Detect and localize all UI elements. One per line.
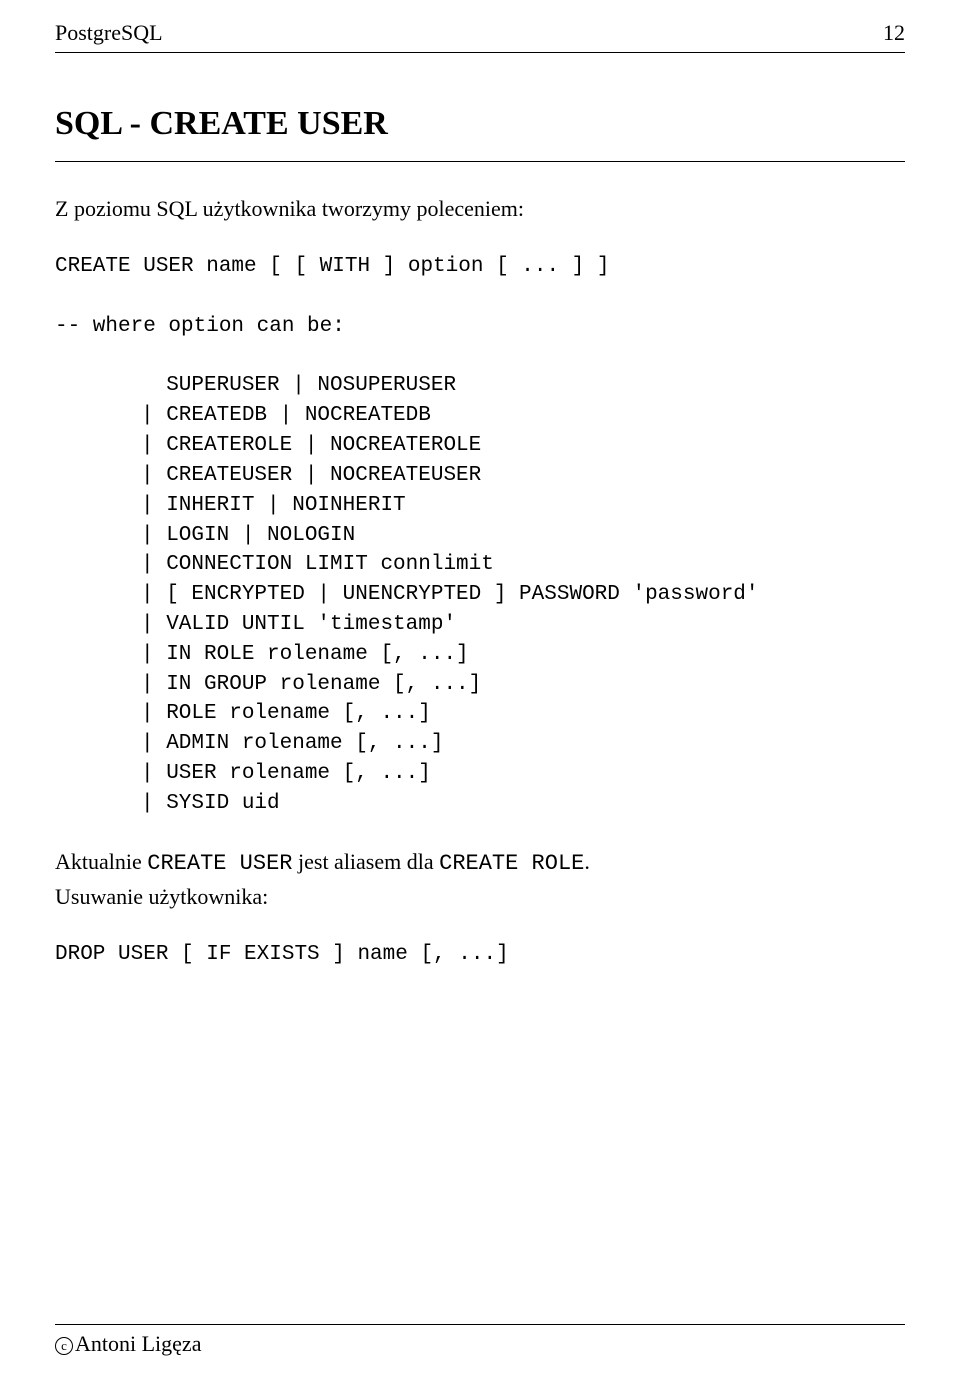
code-line: DROP USER [ IF EXISTS ] name [, ...]	[55, 943, 509, 966]
footer-divider	[55, 1324, 905, 1325]
page-footer: cAntoni Ligęza	[55, 1324, 905, 1357]
code-line: | [ ENCRYPTED | UNENCRYPTED ] PASSWORD '…	[141, 583, 759, 606]
note-mono: CREATE ROLE	[439, 851, 584, 876]
note-text: jest aliasem dla	[293, 849, 440, 874]
intro-text: Z poziomu SQL użytkownika tworzymy polec…	[55, 196, 905, 222]
code-line: | CREATEROLE | NOCREATEROLE	[141, 434, 481, 457]
page-header: PostgreSQL 12	[55, 20, 905, 46]
code-line: | VALID UNTIL 'timestamp'	[141, 613, 456, 636]
header-divider	[55, 52, 905, 53]
copyright-icon: c	[55, 1337, 73, 1355]
code-line: | ADMIN rolename [, ...]	[141, 732, 443, 755]
code-line: | ROLE rolename [, ...]	[141, 702, 431, 725]
author-name: Antoni Ligęza	[75, 1331, 201, 1356]
removal-text: Usuwanie użytkownika:	[55, 884, 905, 910]
code-line: SUPERUSER | NOSUPERUSER	[141, 374, 456, 397]
code-line: | CONNECTION LIMIT connlimit	[141, 553, 494, 576]
code-line: | CREATEDB | NOCREATEDB	[141, 404, 431, 427]
code-block-options: SUPERUSER | NOSUPERUSER | CREATEDB | NOC…	[55, 371, 905, 818]
code-line: CREATE USER name [ [ WITH ] option [ ...…	[55, 255, 610, 278]
code-line: | IN ROLE rolename [, ...]	[141, 643, 469, 666]
note-alias: Aktualnie CREATE USER jest aliasem dla C…	[55, 849, 905, 876]
page-number: 12	[883, 20, 905, 46]
page-title: SQL - CREATE USER	[55, 105, 905, 143]
note-mono: CREATE USER	[147, 851, 292, 876]
code-line: | INHERIT | NOINHERIT	[141, 494, 406, 517]
code-line: | USER rolename [, ...]	[141, 762, 431, 785]
header-topic: PostgreSQL	[55, 20, 163, 46]
footer-author: cAntoni Ligęza	[55, 1331, 905, 1357]
code-line: | SYSID uid	[141, 792, 280, 815]
code-line: | IN GROUP rolename [, ...]	[141, 673, 481, 696]
title-divider	[55, 161, 905, 162]
note-text: Aktualnie	[55, 849, 147, 874]
code-line: | CREATEUSER | NOCREATEUSER	[141, 464, 481, 487]
code-block-create-user: CREATE USER name [ [ WITH ] option [ ...…	[55, 252, 905, 341]
note-text: .	[584, 849, 590, 874]
code-line: -- where option can be:	[55, 315, 345, 338]
code-block-drop-user: DROP USER [ IF EXISTS ] name [, ...]	[55, 940, 905, 970]
code-line: | LOGIN | NOLOGIN	[141, 524, 355, 547]
